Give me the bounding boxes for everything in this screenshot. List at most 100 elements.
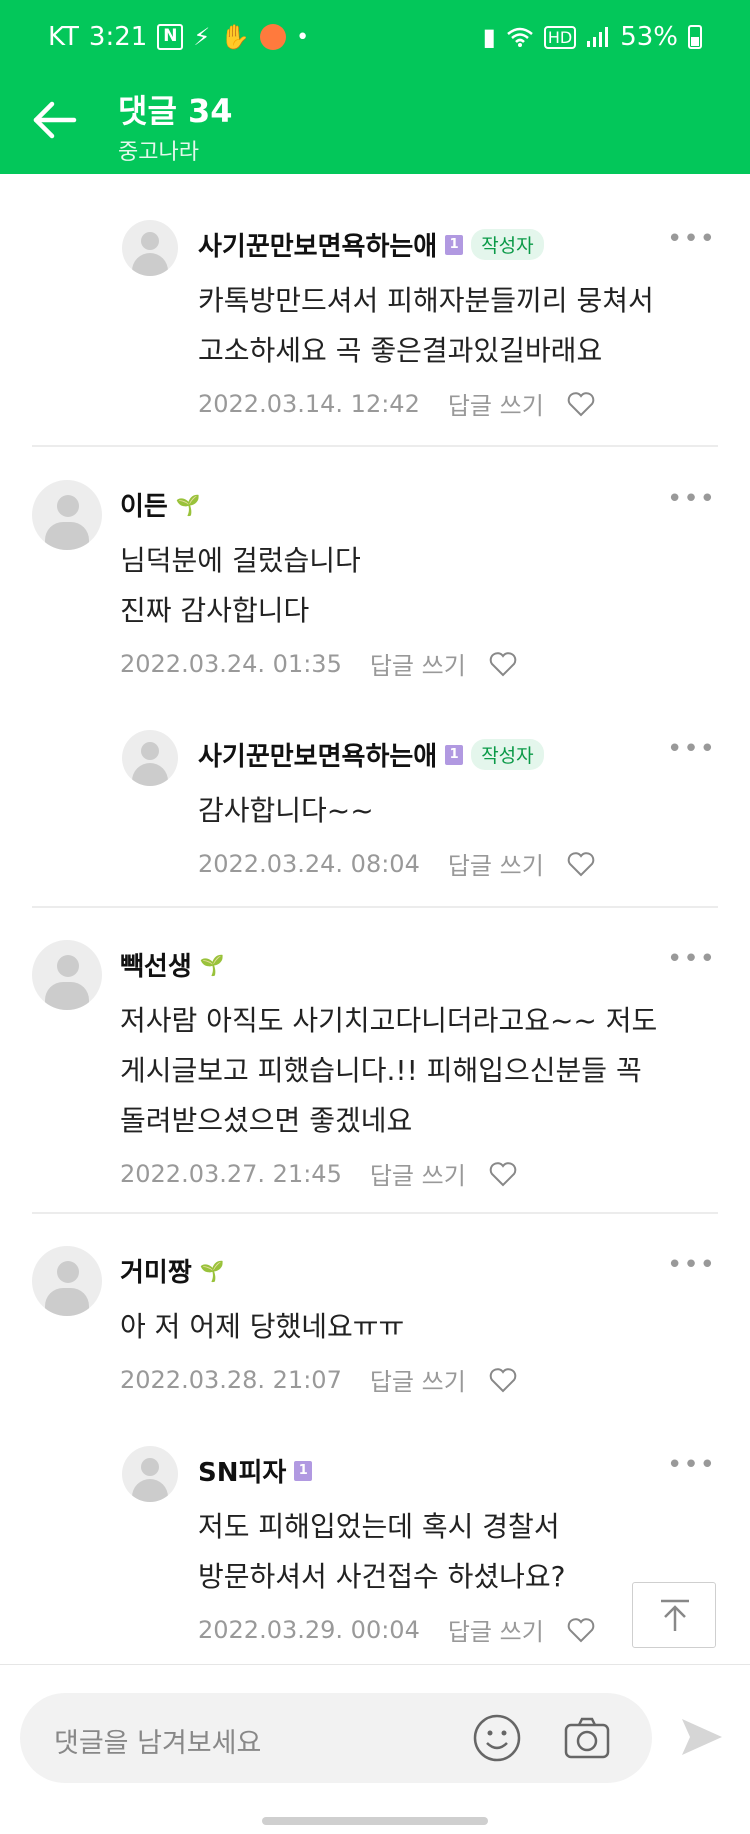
comment-body: 카톡방만드셔서 피해자분들끼리 뭉쳐서 고소하세요 곡 좋은결과있길바래요 [198,276,654,376]
comment-body: 감사합니다~~ [198,786,374,836]
clock: 3:21 [88,22,148,52]
comment-header: SN피자 1 [198,1452,313,1489]
comment-header: 이든 🌱 [120,486,201,523]
level-badge: 1 [445,744,464,765]
home-indicator[interactable] [262,1817,488,1825]
battery-saver-icon: ▮ [482,23,496,51]
comment-date: 2022.03.29. 00:04 [198,1615,420,1644]
comment-body: 저사람 아직도 사기치고다니더라고요~~ 저도 게시글보고 피했습니다.!! 피… [120,996,657,1146]
signal-icon [587,27,609,47]
comment-header: 사기꾼만보면욕하는애 1 작성자 [198,226,544,263]
comment-meta: 2022.03.24. 08:04 답글 쓰기 [198,846,596,881]
comment-meta: 2022.03.24. 01:35 답글 쓰기 [120,646,518,681]
carrier-label: KT [48,22,79,52]
avatar[interactable] [122,1446,178,1502]
comment-line: 진짜 감사합니다 [120,594,310,627]
comment-line: 아 저 어제 당했네요ㅠㅠ [120,1310,405,1343]
battery-percent: 53% [620,22,678,52]
more-options-icon[interactable]: ••• [667,944,716,974]
author-badge: 작성자 [471,229,544,260]
more-options-icon[interactable]: ••• [667,1450,716,1480]
like-heart-icon[interactable] [488,1160,518,1188]
more-options-icon[interactable]: ••• [667,1250,716,1280]
cafe-name[interactable]: 중고나라 [118,134,199,166]
nickname[interactable]: 사기꾼만보면욕하는애 [198,736,437,773]
comment-input-placeholder: 댓글을 남겨보세요 [54,1728,262,1759]
sprout-level-icon: 🌱 [199,952,225,977]
scroll-to-top-button[interactable] [632,1582,716,1648]
avatar[interactable] [122,220,178,276]
author-badge: 작성자 [471,739,544,770]
like-heart-icon[interactable] [566,390,596,418]
comment-input[interactable]: 댓글을 남겨보세요 [20,1693,652,1783]
comment-line: 저도 피해입었는데 혹시 경찰서 [198,1510,560,1543]
top-bar: KT 3:21 N ⚡ ✋ • ▮ HD 53% 댓글 34 중고나라 [0,0,750,174]
comment-date: 2022.03.24. 01:35 [120,649,342,678]
comment-line: 고소하세요 곡 좋은결과있길바래요 [198,334,603,367]
comment-line: 게시글보고 피했습니다.!! 피해입으신분들 꼭 [120,1054,642,1087]
comment-header: 빽선생 🌱 [120,946,225,983]
like-heart-icon[interactable] [566,1616,596,1644]
comment-meta: 2022.03.28. 21:07 답글 쓰기 [120,1362,518,1397]
comment-line: 카톡방만드셔서 피해자분들끼리 뭉쳐서 [198,284,654,317]
avatar[interactable] [32,1246,102,1316]
comment-meta: 2022.03.27. 21:45 답글 쓰기 [120,1156,518,1191]
nickname[interactable]: 이든 [120,486,168,523]
more-options-icon[interactable]: ••• [667,224,716,254]
status-left: KT 3:21 N ⚡ ✋ • [48,22,309,52]
send-icon[interactable] [680,1717,724,1757]
comment-header: 거미짱 🌱 [120,1252,225,1289]
reply-button[interactable]: 답글 쓰기 [370,1156,466,1191]
comment-date: 2022.03.24. 08:04 [198,849,420,878]
comment-line: 방문하셔서 사건접수 하셨나요? [198,1560,566,1593]
comment-date: 2022.03.28. 21:07 [120,1365,342,1394]
emoji-icon[interactable] [472,1713,522,1763]
level-badge: 1 [294,1460,313,1481]
avatar[interactable] [122,730,178,786]
comment-line: 돌려받으셨으면 좋겠네요 [120,1104,413,1137]
nickname[interactable]: 빽선생 [120,946,192,983]
divider [32,445,718,447]
like-heart-icon[interactable] [488,650,518,678]
more-options-icon[interactable]: ••• [667,734,716,764]
comment-body: 님덕분에 걸렀습니다 진짜 감사합니다 [120,536,361,636]
divider [32,1212,718,1214]
comment-line: 저사람 아직도 사기치고다니더라고요~~ 저도 [120,1004,658,1037]
arrow-up-icon [661,1599,689,1631]
flash-icon: ⚡ [193,23,211,51]
app-notification-icon [260,24,287,50]
comment-meta: 2022.03.14. 12:42 답글 쓰기 [198,386,596,421]
more-notifications-dot: • [296,24,310,50]
comment-meta: 2022.03.29. 00:04 답글 쓰기 [198,1612,596,1647]
reply-button[interactable]: 답글 쓰기 [370,1362,466,1397]
comment-body: 아 저 어제 당했네요ㅠㅠ [120,1302,404,1352]
level-badge: 1 [445,234,464,255]
reply-button[interactable]: 답글 쓰기 [448,846,544,881]
reply-button[interactable]: 답글 쓰기 [448,386,544,421]
sprout-level-icon: 🌱 [199,1258,225,1283]
comment-header: 사기꾼만보면욕하는애 1 작성자 [198,736,544,773]
avatar[interactable] [32,940,102,1010]
comment-date: 2022.03.27. 21:45 [120,1159,342,1188]
comment-list[interactable]: 사기꾼만보면욕하는애 1 작성자 ••• 카톡방만드셔서 피해자분들끼리 뭉쳐서… [0,174,750,1664]
nickname[interactable]: SN피자 [198,1452,286,1489]
comment-date: 2022.03.14. 12:42 [198,389,420,418]
comment-input-bar: 댓글을 남겨보세요 [0,1664,750,1834]
like-heart-icon[interactable] [566,850,596,878]
hand-icon: ✋ [220,23,251,51]
nickname[interactable]: 사기꾼만보면욕하는애 [198,226,437,263]
wifi-icon [507,27,533,47]
sprout-level-icon: 🌱 [175,492,201,517]
divider [32,906,718,908]
battery-icon [688,25,702,49]
camera-icon[interactable] [562,1713,612,1763]
reply-button[interactable]: 답글 쓰기 [370,646,466,681]
nickname[interactable]: 거미짱 [120,1252,192,1289]
like-heart-icon[interactable] [488,1366,518,1394]
avatar[interactable] [32,480,102,550]
comment-line: 감사합니다~~ [198,794,374,827]
comment-body: 저도 피해입었는데 혹시 경찰서 방문하셔서 사건접수 하셨나요? [198,1502,566,1602]
reply-button[interactable]: 답글 쓰기 [448,1612,544,1647]
more-options-icon[interactable]: ••• [667,484,716,514]
back-arrow-icon[interactable] [30,96,80,144]
